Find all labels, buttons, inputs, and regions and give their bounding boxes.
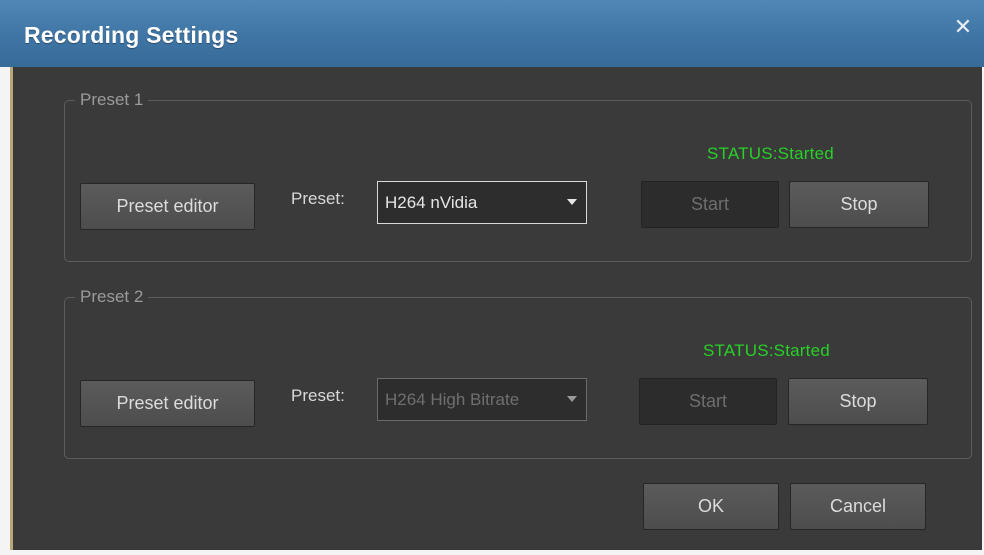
preset-2-selected-value: H264 High Bitrate [385,390,520,409]
preset-2-status: STATUS:Started [703,341,830,360]
preset-1-group: Preset 1 STATUS:Started Preset editor Pr… [64,89,972,262]
title-bar[interactable]: Recording Settings ✕ [0,0,984,67]
cancel-button[interactable]: Cancel [790,483,926,530]
dialog-title: Recording Settings [24,22,239,48]
preset-2-label: Preset: [291,386,345,405]
preset-2-group: Preset 2 STATUS:Started Preset editor Pr… [64,286,972,459]
close-icon[interactable]: ✕ [950,14,976,40]
preset-1-legend: Preset 1 [75,89,149,111]
preset-2-stop-button[interactable]: Stop [788,378,928,425]
preset-2-editor-button[interactable]: Preset editor [80,380,255,427]
preset-2-start-button[interactable]: Start [639,378,777,425]
preset-2-legend: Preset 2 [75,286,149,308]
chevron-down-icon [567,199,577,205]
preset-1-editor-button[interactable]: Preset editor [80,183,255,230]
preset-1-label: Preset: [291,189,345,208]
preset-2-select[interactable]: H264 High Bitrate [377,378,587,421]
preset-1-status: STATUS:Started [707,144,834,163]
preset-1-stop-button[interactable]: Stop [789,181,929,228]
preset-1-selected-value: H264 nVidia [385,193,478,212]
preset-1-select[interactable]: H264 nVidia [377,181,587,224]
ok-button[interactable]: OK [643,483,779,530]
chevron-down-icon [567,396,577,402]
dialog-body: Preset 1 STATUS:Started Preset editor Pr… [10,67,982,550]
recording-settings-dialog: Recording Settings ✕ Preset 1 STATUS:Sta… [0,0,984,555]
preset-1-start-button[interactable]: Start [641,181,779,228]
